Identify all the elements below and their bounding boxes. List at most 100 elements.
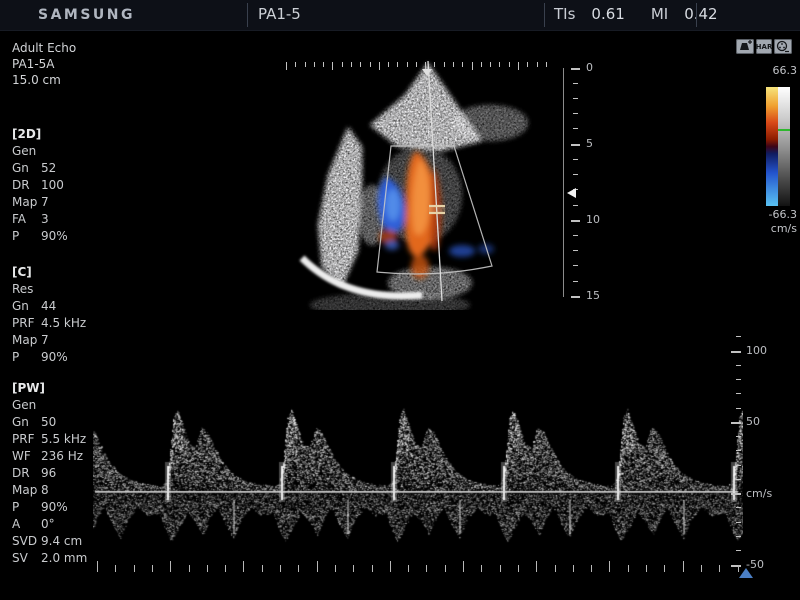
- ruler-tick: [527, 62, 528, 67]
- ruler-tick: [189, 565, 190, 572]
- parameter-label: WF: [12, 448, 41, 465]
- parameter-label: Map: [12, 332, 41, 349]
- ruler-tick: [379, 62, 380, 70]
- ruler-tick: [388, 62, 389, 67]
- ruler-tick: [453, 62, 454, 67]
- ruler-tick: [434, 62, 435, 67]
- parameter-value: 50: [41, 414, 98, 431]
- parameter-value: 90%: [41, 349, 98, 366]
- section-header: [C]: [12, 264, 98, 281]
- parameter-label: Gen: [12, 397, 41, 414]
- colorbar-min-velocity: -66.3: [769, 208, 797, 221]
- parameter-label: Map: [12, 482, 41, 499]
- ruler-tick: [416, 62, 417, 67]
- parameter-label: P: [12, 499, 41, 516]
- parameter-row: Gn50: [12, 414, 98, 431]
- ruler-tick: [736, 450, 741, 451]
- ruler-tick: [573, 174, 578, 175]
- parameter-value: 90%: [41, 228, 98, 245]
- parameter-value: [41, 143, 98, 160]
- parameter-row: Map7: [12, 332, 98, 349]
- ruler-tick: [573, 565, 574, 572]
- sample-volume-gate[interactable]: [429, 206, 445, 214]
- ruler-tick: [481, 565, 482, 572]
- parameter-value: 2.0 mm: [41, 550, 98, 567]
- ruler-tick: [571, 144, 580, 146]
- parameter-value: [41, 281, 98, 298]
- colorbar-max-velocity: 66.3: [773, 64, 798, 77]
- parameter-label: Map: [12, 194, 41, 211]
- colorbar-unit: cm/s: [771, 222, 797, 235]
- ruler-tick: [332, 62, 333, 70]
- parameter-value: 8: [41, 482, 98, 499]
- ruler-tick: [342, 62, 343, 67]
- parameter-row: DR96: [12, 465, 98, 482]
- ruler-tick: [207, 565, 208, 572]
- ruler-tick: [481, 62, 482, 67]
- harmonic-button[interactable]: HAR: [756, 39, 772, 54]
- parameter-label: A: [12, 516, 41, 533]
- ruler-tick: [280, 565, 281, 572]
- divider: [696, 3, 697, 27]
- focus-position-marker[interactable]: [567, 188, 576, 198]
- ruler-tick: [390, 561, 391, 572]
- parameter-label: DR: [12, 465, 41, 482]
- ruler-tick: [664, 565, 665, 572]
- parameter-value: 9.4 cm: [41, 533, 98, 550]
- ruler-tick: [731, 565, 741, 567]
- ruler-tick: [335, 565, 336, 572]
- parameter-label: FA: [12, 211, 41, 228]
- ruler-tick: [314, 62, 315, 67]
- samsung-logo: SAMSUNG: [38, 7, 135, 23]
- ruler-tick: [731, 351, 741, 353]
- ruler-tick: [555, 565, 556, 572]
- ruler-tick: [736, 336, 741, 337]
- parameter-label: Gn: [12, 414, 41, 431]
- parameter-label: SVD: [12, 533, 41, 550]
- parameter-label: SV: [12, 550, 41, 567]
- ruler-tick: [305, 62, 306, 67]
- ruler-tick: [225, 565, 226, 572]
- ruler-tick: [509, 62, 510, 67]
- ruler-tick: [719, 565, 720, 572]
- colorbar-gray-gradient: [778, 87, 790, 206]
- transducer-plus-icon: [736, 39, 754, 54]
- ruler-tick: [573, 98, 578, 99]
- probe-select-button[interactable]: [736, 39, 754, 54]
- tis-label: TIs: [554, 5, 575, 23]
- parameter-value: 52: [41, 160, 98, 177]
- tis-value: 0.61: [591, 5, 624, 23]
- ruler-tick: [736, 465, 741, 466]
- ruler-tick: [351, 62, 352, 67]
- ruler-tick: [573, 265, 578, 266]
- ruler-tick: [317, 561, 318, 572]
- ruler-tick: [609, 561, 610, 572]
- parameter-row: P90%: [12, 228, 98, 245]
- sidebar-section-2d: [2D]GenGn52DR100Map7FA3P90%: [12, 126, 98, 245]
- ruler-tick: [490, 62, 491, 67]
- parameter-value: 236 Hz: [41, 448, 98, 465]
- pw-baseline-marker[interactable]: [739, 568, 753, 578]
- ruler-tick: [683, 561, 684, 572]
- colorbar-color-gradient: [766, 87, 778, 206]
- parameter-row: DR100: [12, 177, 98, 194]
- exam-preset: Adult Echo: [12, 40, 76, 56]
- parameter-value: 7: [41, 194, 98, 211]
- parameter-label: PRF: [12, 315, 41, 332]
- parameter-row: Gen: [12, 143, 98, 160]
- ruler-tick: [262, 565, 263, 572]
- sidebar-section-pw: [PW]GenGn50PRF5.5 kHzWF236 HzDR96Map8P90…: [12, 380, 98, 567]
- cine-button[interactable]: [774, 39, 792, 54]
- parameter-value: 96: [41, 465, 98, 482]
- preset-info: Adult Echo PA1-5A 15.0 cm: [12, 40, 76, 88]
- ruler-tick: [736, 536, 741, 537]
- divider: [544, 3, 545, 27]
- parameter-label: PRF: [12, 431, 41, 448]
- depth-label: 15: [586, 289, 600, 302]
- ruler-tick: [426, 565, 427, 572]
- ruler-tick: [628, 565, 629, 572]
- ruler-tick: [536, 561, 537, 572]
- parameter-label: DR: [12, 177, 41, 194]
- probe-name: PA1-5: [258, 5, 301, 23]
- colorbar-green-marker: [778, 129, 790, 131]
